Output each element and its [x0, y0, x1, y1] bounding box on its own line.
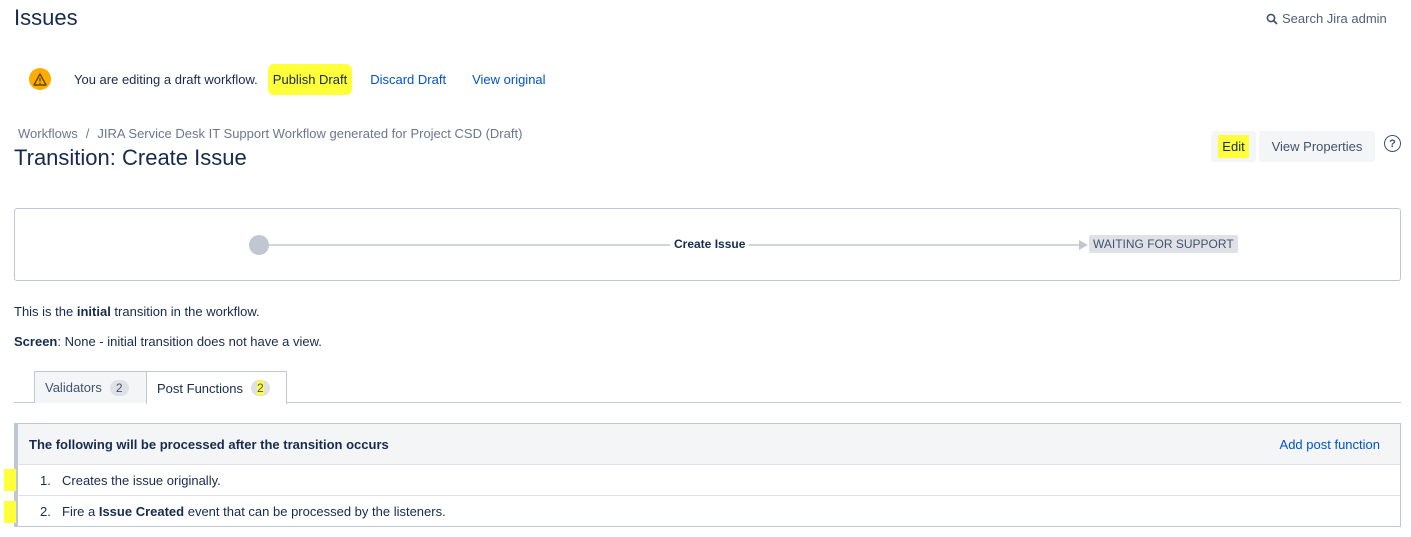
list-item: 1. Creates the issue originally. — [4, 465, 1400, 496]
transition-tabs: Validators 2 Post Functions 2 — [14, 371, 1401, 404]
list-item-number: 2. — [40, 504, 51, 519]
add-post-function-link[interactable]: Add post function — [1280, 437, 1380, 452]
search-label: Search Jira admin — [1282, 11, 1387, 26]
initial-keyword: initial — [76, 304, 111, 319]
transition-label[interactable]: Create Issue — [670, 237, 750, 251]
highlight-marker — [4, 500, 16, 523]
draft-notice-bar: You are editing a draft workflow. Publis… — [29, 62, 546, 96]
edit-button[interactable]: Edit — [1211, 131, 1256, 162]
tab-post-functions-label: Post Functions — [157, 380, 243, 396]
post-functions-count-badge: 2 — [251, 380, 270, 396]
validators-count-badge: 2 — [109, 379, 129, 396]
target-status-lozenge: WAITING FOR SUPPORT — [1089, 235, 1238, 253]
post-functions-panel: The following will be processed after th… — [4, 423, 1401, 527]
post-functions-header: The following will be processed after th… — [18, 424, 1400, 465]
screen-info-text: Screen: None - initial transition does n… — [14, 334, 322, 349]
draft-message: You are editing a draft workflow. — [74, 71, 258, 87]
post-functions-header-title: The following will be processed after th… — [29, 436, 389, 452]
highlight-marker — [4, 469, 16, 491]
view-original-link[interactable]: View original — [472, 72, 545, 87]
publish-draft-button[interactable]: Publish Draft — [267, 63, 353, 95]
help-icon[interactable]: ? — [1384, 135, 1401, 152]
tab-validators-label: Validators — [45, 380, 102, 395]
search-icon — [1266, 13, 1278, 25]
initial-transition-text: This is the initial transition in the wo… — [14, 304, 260, 319]
list-item-number: 1. — [40, 472, 51, 488]
breadcrumb-current[interactable]: JIRA Service Desk IT Support Workflow ge… — [97, 126, 522, 141]
initial-node — [249, 235, 269, 255]
list-item-text: Creates the issue originally. — [62, 472, 221, 488]
breadcrumb: Workflows / JIRA Service Desk IT Support W… — [18, 126, 522, 141]
breadcrumb-separator: / — [85, 126, 90, 141]
warning-icon — [29, 68, 51, 90]
search-admin-link[interactable]: Search Jira admin — [1266, 11, 1387, 26]
page-title: Issues — [14, 5, 78, 30]
tab-post-functions[interactable]: Post Functions 2 — [146, 371, 287, 404]
screen-label: Screen — [14, 334, 58, 349]
arrow-head-icon — [1079, 240, 1088, 250]
view-properties-button[interactable]: View Properties — [1259, 131, 1375, 162]
screen-value: : None - initial transition does not hav… — [57, 334, 322, 349]
list-item-text: Fire a Issue Created event that can be p… — [62, 504, 446, 519]
transition-title: Transition: Create Issue — [14, 145, 247, 170]
list-item: 2. Fire a Issue Created event that can b… — [4, 496, 1400, 527]
event-name: Issue Created — [98, 504, 185, 519]
tab-validators[interactable]: Validators 2 — [34, 371, 147, 403]
breadcrumb-workflows[interactable]: Workflows — [18, 126, 78, 141]
transition-diagram: Create Issue WAITING FOR SUPPORT — [14, 208, 1401, 281]
edit-label: Edit — [1218, 135, 1249, 158]
discard-draft-link[interactable]: Discard Draft — [370, 72, 446, 87]
